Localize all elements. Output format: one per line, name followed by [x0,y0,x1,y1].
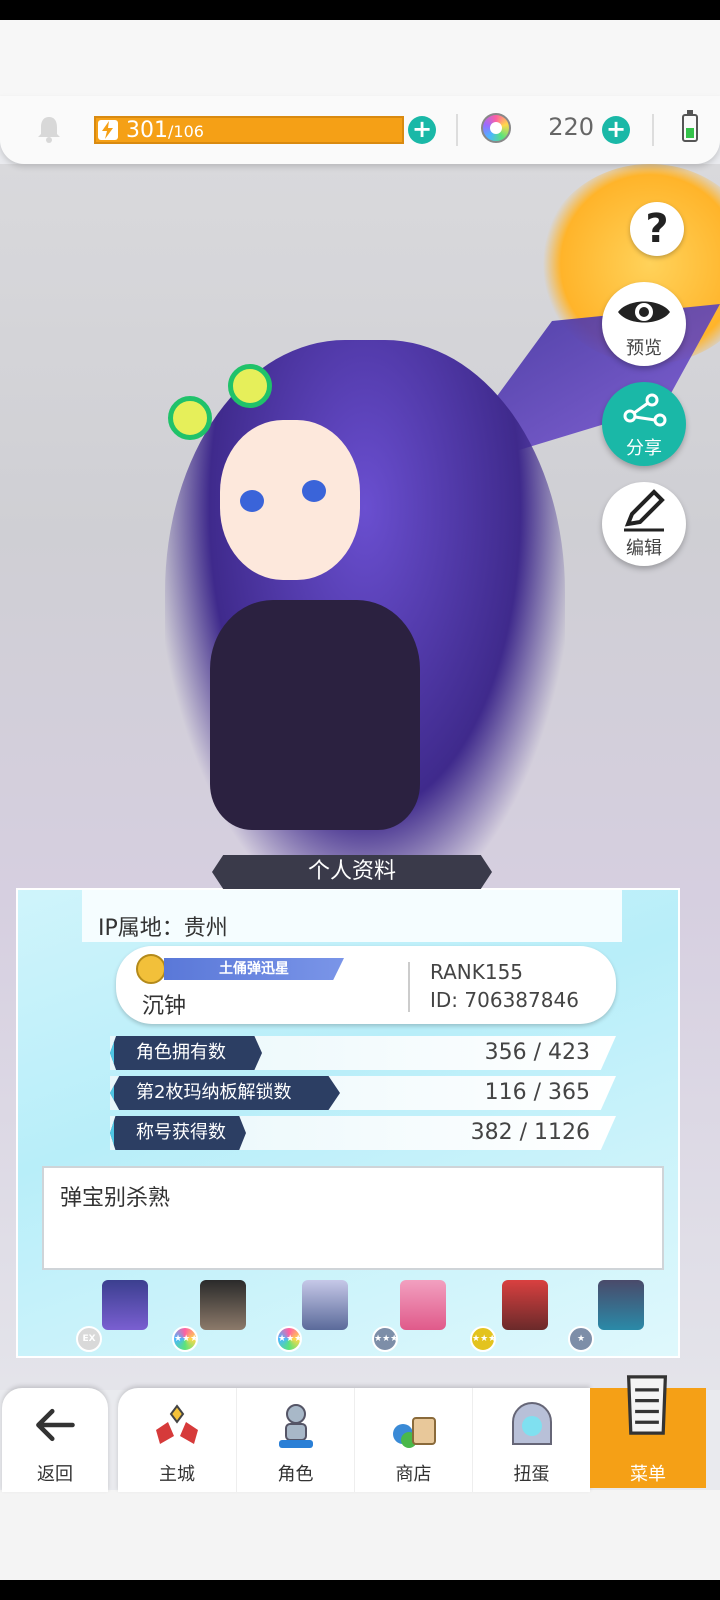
title-badge-icon [136,954,166,984]
stat-row-mana-board: 第2枚玛纳板解锁数 116 / 365 [110,1076,616,1110]
player-name: 沉钟 [142,994,187,1019]
stat-value: 356 / 423 [484,1040,590,1065]
stat-label: 称号获得数 [110,1116,246,1150]
system-nav-bar [0,1580,720,1600]
nav-label: 角色 [277,1464,314,1485]
team-member[interactable] [94,1280,156,1336]
resource-bar: 301/106 + 220 + [0,96,720,164]
profile-header: 个人资料 [212,855,492,889]
team-member[interactable] [192,1280,254,1336]
player-rank: RANK155 [430,960,524,984]
nav-item-gacha[interactable]: 扭蛋 [472,1388,590,1492]
character-sprite [598,1280,644,1330]
share-icon [623,393,667,427]
rarity-badge: EX [76,1326,102,1352]
shop-bag-icon [393,1417,436,1448]
preview-button[interactable]: 预览 [602,282,686,366]
nav-item-characters[interactable]: 角色 [236,1388,354,1492]
menu-label: 菜单 [630,1464,666,1485]
nav-label: 商店 [395,1464,432,1485]
profile-screen: 301/106 + 220 + ? 预览 分享 编辑 个人资料 IP属地：贵州 … [0,0,720,1600]
character-sprite [102,1280,148,1330]
system-status-bar [0,0,720,20]
character-face [220,420,360,580]
nav-label: 扭蛋 [513,1464,550,1485]
player-name-card: 土俑弹迅星 沉钟 RANK155 ID: 706387846 [116,946,616,1024]
stamina-value: 301/106 [126,118,204,143]
edit-button[interactable]: 编辑 [602,482,686,566]
share-button[interactable]: 分享 [602,382,686,466]
back-label: 返回 [37,1464,73,1485]
nav-main-group: 主城 角色 商店 扭蛋 [118,1388,590,1492]
bell-icon[interactable] [34,114,64,144]
rarity-badge: ★★★ [172,1326,198,1352]
help-button[interactable]: ? [630,202,684,256]
stat-value: 116 / 365 [484,1080,590,1105]
character-sprite [502,1280,548,1330]
character-icon [279,1404,313,1448]
stat-value: 382 / 1126 [470,1120,590,1145]
add-gem-button[interactable]: + [602,116,630,144]
nav-label: 主城 [159,1464,195,1485]
stat-label: 角色拥有数 [110,1036,262,1070]
rarity-badge: ★★★ [276,1326,302,1352]
stat-row-characters: 角色拥有数 356 / 423 [110,1036,616,1070]
gem-icon [481,113,511,143]
rarity-badge: ★★★ [470,1326,496,1352]
character-eye [302,480,326,502]
divider [652,114,654,146]
team-member[interactable] [392,1280,454,1336]
bolt-icon [98,120,118,140]
stat-row-titles: 称号获得数 382 / 1126 [110,1116,616,1150]
signature-text: 弹宝别杀熟 [60,1186,171,1211]
divider [456,114,458,146]
character-eye [240,490,264,512]
gem-count: 220 [548,113,594,141]
stamina-bar: 301/106 [94,116,404,144]
back-arrow-icon [36,1408,75,1442]
rarity-badge: ★ [568,1326,594,1352]
character-sprite [302,1280,348,1330]
team-member[interactable] [294,1280,356,1336]
team-member[interactable] [590,1280,652,1336]
menu-button[interactable]: 菜单 [590,1375,706,1488]
ip-location: IP属地：贵州 [98,916,228,941]
pencil-icon [624,489,665,532]
divider [408,962,410,1012]
player-id: ID: 706387846 [430,988,579,1012]
nav-item-shop[interactable]: 商店 [354,1388,472,1492]
share-label: 分享 [626,438,662,459]
gacha-icon [512,1402,552,1445]
preview-label: 预览 [626,338,662,359]
sunglasses-decoration [168,396,212,440]
sunglasses-decoration [228,364,272,408]
nav-item-main-city[interactable]: 主城 [118,1388,236,1492]
rarity-badge: ★★★ [372,1326,398,1352]
stat-label: 第2枚玛纳板解锁数 [110,1076,340,1110]
edit-label: 编辑 [626,538,662,559]
footer-strip [0,1490,720,1580]
add-stamina-button[interactable]: + [408,116,436,144]
menu-icon [626,1375,668,1435]
bottom-nav: 返回 主城 角色 商店 扭蛋 菜单 [0,1375,720,1498]
signature-box: 弹宝别杀熟 [42,1166,664,1270]
castle-icon [156,1404,198,1444]
character-body [210,600,420,830]
back-button[interactable]: 返回 [2,1388,108,1492]
character-sprite [400,1280,446,1330]
eye-icon [618,301,670,323]
battery-icon [682,110,698,142]
character-sprite [200,1280,246,1330]
player-title: 土俑弹迅星 [164,958,344,980]
team-member[interactable] [494,1280,556,1336]
